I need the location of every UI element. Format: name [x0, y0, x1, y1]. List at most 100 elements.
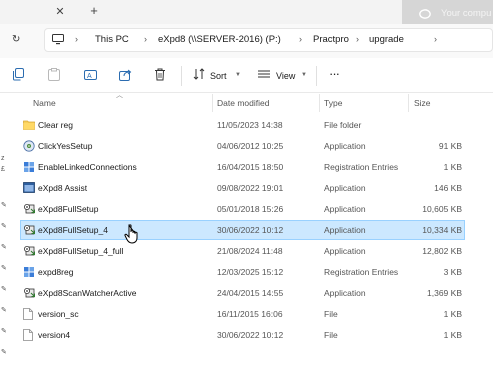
file-type: File — [324, 330, 338, 340]
command-bar — [0, 60, 493, 93]
file-size: 146 KB — [434, 183, 462, 193]
file-size: 10,334 KB — [422, 225, 462, 235]
column-header-date[interactable]: Date modified — [217, 98, 269, 108]
file-type: File folder — [324, 120, 362, 130]
file-name: Clear reg — [38, 120, 73, 130]
sort-icon[interactable] — [193, 68, 205, 80]
file-type: Application — [324, 225, 366, 235]
column-header-size[interactable]: Size — [414, 98, 431, 108]
file-name: eXpd8FullSetup_4_full — [38, 246, 124, 256]
pin-icon: ✎ — [1, 223, 7, 230]
column-header-type[interactable]: Type — [324, 98, 342, 108]
svg-text:A: A — [87, 73, 92, 80]
column-divider[interactable] — [212, 94, 213, 112]
file-size: 12,802 KB — [422, 246, 462, 256]
file-date-modified: 21/08/2024 11:48 — [217, 246, 283, 256]
nav-pane-glyph: z — [1, 155, 5, 162]
hand-cursor-icon — [124, 224, 138, 244]
pin-icon: ✎ — [1, 244, 7, 251]
app-window-icon — [23, 182, 35, 195]
installer-icon — [23, 245, 36, 259]
chevron-up-icon: ︿ — [116, 92, 123, 99]
paste-icon[interactable] — [48, 68, 60, 81]
file-name: eXpd8FullSetup — [38, 204, 99, 214]
file-name: eXpd8 Assist — [38, 183, 88, 193]
copy-icon[interactable] — [12, 68, 25, 81]
file-size: 1 KB — [443, 330, 462, 340]
file-size: 10,605 KB — [422, 204, 462, 214]
chevron-down-icon: ▼ — [235, 72, 241, 78]
file-date-modified: 04/06/2012 10:25 — [217, 141, 284, 151]
file-icon — [23, 308, 33, 322]
file-name: ClickYesSetup — [38, 141, 93, 151]
file-date-modified: 16/04/2015 18:50 — [217, 162, 284, 172]
column-divider[interactable] — [319, 94, 320, 112]
pin-icon: ✎ — [1, 328, 7, 335]
pin-icon: ✎ — [1, 265, 7, 272]
file-type: Registration Entries — [324, 267, 399, 277]
file-name: eXpd8FullSetup_4 — [38, 225, 108, 235]
file-size: 3 KB — [443, 267, 462, 277]
file-date-modified: 24/04/2015 14:55 — [217, 288, 284, 298]
file-type: Application — [324, 141, 366, 151]
file-date-modified: 16/11/2015 16:06 — [217, 309, 283, 319]
file-size: 1 KB — [443, 162, 462, 172]
this-pc-icon — [52, 34, 64, 45]
more-options-icon[interactable]: ··· — [329, 66, 340, 81]
delete-icon[interactable] — [154, 68, 166, 81]
installer-icon — [23, 224, 36, 238]
view-button-label[interactable]: View — [276, 71, 295, 81]
view-icon[interactable] — [257, 68, 271, 80]
nav-pane-glyph: £ — [1, 166, 5, 173]
plus-icon[interactable]: + — [86, 3, 102, 19]
chevron-down-icon: ▼ — [301, 72, 307, 78]
file-name: version4 — [38, 330, 71, 340]
file-type: Application — [324, 183, 366, 193]
breadcrumb-this-pc[interactable]: This PC — [95, 34, 129, 45]
pin-icon: ✎ — [1, 349, 7, 356]
installer-icon — [23, 287, 36, 301]
breadcrumb-separator: › — [356, 34, 359, 44]
registry-icon — [23, 266, 35, 280]
column-header-name[interactable]: Name — [33, 98, 56, 108]
share-icon[interactable] — [119, 68, 132, 81]
file-size: 1,369 KB — [427, 288, 462, 298]
file-type: File — [324, 309, 338, 319]
breadcrumb-drive[interactable]: eXpd8 (\\SERVER-2016) (P:) — [158, 34, 281, 45]
file-name: expd8reg — [38, 267, 74, 277]
refresh-icon[interactable]: ↻ — [12, 34, 20, 45]
file-date-modified: 05/01/2018 15:26 — [217, 204, 284, 214]
sync-icon — [419, 9, 431, 19]
breadcrumb-separator: › — [75, 34, 78, 44]
breadcrumb-separator: › — [434, 34, 437, 44]
file-date-modified: 30/06/2022 10:12 — [217, 330, 284, 340]
file-name: eXpd8ScanWatcherActive — [38, 288, 137, 298]
file-type: Application — [324, 246, 366, 256]
file-name: version_sc — [38, 309, 79, 319]
pin-icon: ✎ — [1, 202, 7, 209]
setup-disc-icon — [23, 140, 35, 154]
file-type: Application — [324, 288, 366, 298]
close-icon[interactable]: ✕ — [52, 4, 68, 20]
file-type: Application — [324, 204, 366, 214]
breadcrumb-separator: › — [299, 34, 302, 44]
rename-icon[interactable]: A — [84, 68, 97, 81]
notification-text: Your compu — [441, 8, 492, 19]
file-name: EnableLinkedConnections — [38, 162, 137, 172]
file-size: 1 KB — [443, 309, 462, 319]
file-type: Registration Entries — [324, 162, 399, 172]
file-size: 91 KB — [438, 141, 462, 151]
pin-icon: ✎ — [1, 307, 7, 314]
pin-icon: ✎ — [1, 286, 7, 293]
breadcrumb-upgrade[interactable]: upgrade — [369, 34, 404, 45]
sort-button-label[interactable]: Sort — [210, 71, 227, 81]
toolbar-divider — [316, 66, 317, 86]
file-date-modified: 11/05/2023 14:38 — [217, 120, 283, 130]
folder-icon — [23, 119, 35, 132]
column-divider[interactable] — [408, 94, 409, 112]
toolbar-divider — [181, 66, 182, 86]
file-icon — [23, 329, 33, 343]
breadcrumb-practpro[interactable]: Practpro — [313, 34, 349, 45]
file-date-modified: 30/06/2022 10:12 — [217, 225, 284, 235]
registry-icon — [23, 161, 35, 175]
